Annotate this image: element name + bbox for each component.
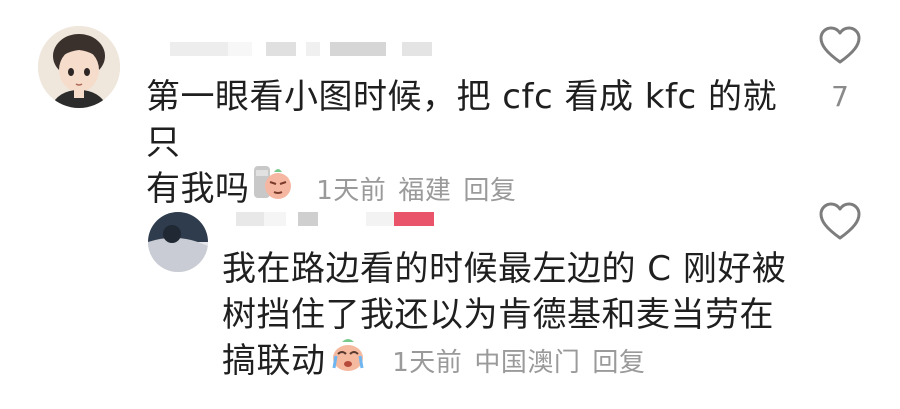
username-blurred[interactable]	[170, 42, 450, 56]
heart-outline-icon	[819, 202, 861, 240]
reply-button[interactable]: 回复	[463, 176, 516, 206]
comment-body: 我在路边看的时候最左边的 C 刚好被 树挡住了我还以为肯德基和麦当劳在 搞联动 …	[222, 246, 822, 386]
comment-body: 第一眼看小图时候，把 cfc 看成 kfc 的就只 有我吗 1天前 福建 回复	[146, 74, 786, 214]
sly-face-sticker-icon	[252, 162, 292, 214]
heart-outline-icon	[819, 26, 861, 64]
avatar[interactable]	[38, 26, 120, 108]
comment-line-text: 有我吗	[146, 169, 250, 209]
comment-line: 第一眼看小图时候，把 cfc 看成 kfc 的就只	[146, 77, 777, 163]
comment-location: 中国澳门	[474, 347, 581, 378]
username-blurred[interactable]	[236, 212, 456, 226]
like-button[interactable]	[818, 202, 862, 246]
reply-button[interactable]: 回复	[592, 348, 645, 378]
avatar-image	[38, 26, 120, 108]
comment-line: 我在路边看的时候最左边的 C 刚好被	[222, 249, 787, 289]
comment-line: 树挡住了我还以为肯德基和麦当劳在	[222, 295, 774, 335]
comment-time: 1天前	[392, 347, 463, 378]
comment-line: 有我吗 1天前 福建 回复	[146, 165, 786, 214]
avatar[interactable]	[148, 212, 208, 272]
comment-time: 1天前	[316, 175, 387, 206]
comment-location: 福建	[398, 175, 452, 206]
comment-line-text: 搞联动	[222, 341, 326, 381]
crying-face-sticker-icon	[328, 334, 368, 386]
like-count: 7	[831, 80, 849, 113]
avatar-image	[148, 212, 208, 272]
comment-line: 搞联动 1天前 中国澳门 回复	[222, 338, 822, 386]
like-button[interactable]	[818, 26, 862, 70]
